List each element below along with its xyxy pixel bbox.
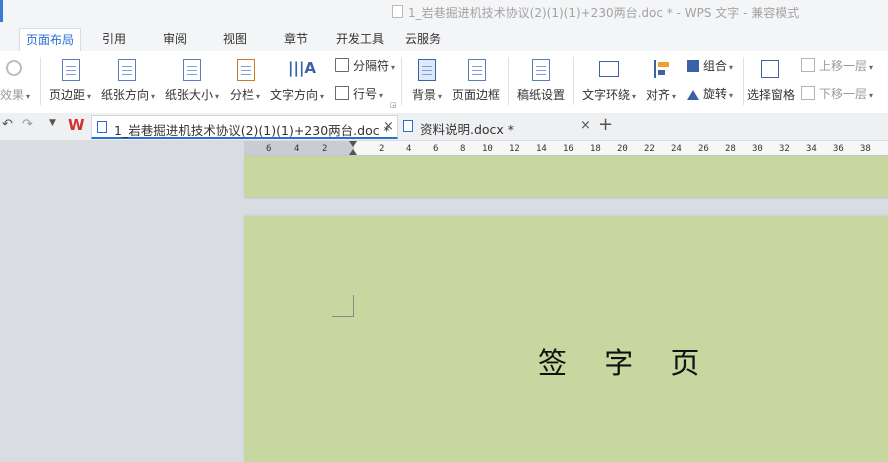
ruler-tick: 24: [671, 144, 682, 154]
background-icon: [418, 59, 436, 81]
margins-icon: [62, 59, 80, 81]
ruler-tick: 4: [406, 144, 412, 154]
signature-page-title[interactable]: 签 字 页: [538, 340, 713, 382]
current-page[interactable]: [244, 216, 888, 462]
line-numbers-icon: [335, 86, 349, 100]
new-tab-plus-icon[interactable]: +: [598, 114, 613, 135]
draft-paper-label: 稿纸设置: [517, 88, 566, 102]
doc-tab-label: 资料说明.docx *: [420, 122, 515, 137]
ruler-tick: 2: [379, 144, 385, 154]
breaks-icon: [335, 58, 349, 72]
window-title: 1_岩巷掘进机技术协议(2)(1)(1)+230两台.doc * - WPS 文…: [392, 4, 799, 21]
effects-icon: [6, 60, 22, 76]
redo-icon[interactable]: ↷: [22, 117, 33, 132]
undo-icon[interactable]: ↶: [2, 117, 13, 132]
bring-forward-icon: [801, 58, 815, 72]
word-doc-icon: [403, 120, 413, 132]
ruler-tick: 20: [617, 144, 628, 154]
previous-page[interactable]: [244, 156, 888, 197]
ruler-tick: 36: [833, 144, 844, 154]
background-label: 背景 ▾: [412, 88, 443, 102]
ruler-tick: 28: [725, 144, 736, 154]
ruler-tick: 4: [294, 144, 300, 154]
word-doc-icon: [97, 121, 107, 133]
close-icon[interactable]: ×: [580, 118, 591, 133]
ruler-tick: 6: [266, 144, 272, 154]
tab-cloud[interactable]: 云服务: [405, 30, 441, 47]
page-border-icon: [468, 59, 486, 81]
doc-tab-active[interactable]: 1_岩巷掘进机技术协议(2)(1)(1)+230两台.doc * ×: [91, 115, 398, 139]
text-direction-label: 文字方向 ▾: [270, 88, 325, 102]
ruler-tick: 10: [482, 144, 493, 154]
paper-size-label: 纸张大小 ▾: [165, 88, 220, 102]
ruler-indent-marker-icon[interactable]: [349, 141, 357, 147]
window-accent-strip: [0, 0, 3, 22]
text-wrap-icon: [599, 61, 619, 77]
ruler-tick: 38: [860, 144, 871, 154]
tab-view[interactable]: 视图: [223, 30, 247, 47]
ruler-tick: 18: [590, 144, 601, 154]
selection-pane-icon: [761, 60, 779, 78]
ruler-tick: 34: [806, 144, 817, 154]
text-direction-icon: |||A: [288, 59, 317, 77]
dialog-launcher-icon[interactable]: ◲: [390, 101, 397, 109]
ribbon-separator: [401, 57, 402, 105]
doc-tab-label: 1_岩巷掘进机技术协议(2)(1)(1)+230两台.doc *: [114, 123, 390, 138]
ribbon-separator: [573, 57, 574, 105]
group-button[interactable]: 组合 ▾: [687, 57, 733, 74]
ribbon-toolbar: 效果 ▾ 页边距 ▾ 纸张方向 ▾ 纸张大小 ▾ 分栏 ▾ |||A 文字方向 ▾ 分隔符 ▾…: [0, 51, 888, 114]
wps-logo-icon[interactable]: W: [68, 116, 85, 134]
align-icon: [654, 60, 670, 78]
tab-references[interactable]: 引用: [102, 30, 126, 47]
tab-developer[interactable]: 开发工具: [336, 30, 384, 47]
rotate-icon: [687, 90, 699, 100]
rotate-button[interactable]: 旋转 ▾: [687, 85, 733, 102]
ruler-tick: 30: [752, 144, 763, 154]
orientation-label: 纸张方向 ▾: [101, 88, 156, 102]
quick-access-dropdown-icon[interactable]: ▼: [49, 118, 56, 128]
columns-icon: [237, 59, 255, 81]
horizontal-ruler[interactable]: 6 4 2 2 4 6 8 10 12 14 16 18 20 22 24 26…: [244, 141, 888, 156]
title-bar: 1_岩巷掘进机技术协议(2)(1)(1)+230两台.doc * - WPS 文…: [0, 0, 888, 24]
ribbon-separator: [508, 57, 509, 105]
ruler-tick: 26: [698, 144, 709, 154]
document-icon: [392, 5, 403, 18]
page-border-label: 页面边框: [452, 88, 501, 102]
ruler-tick: 2: [322, 144, 328, 154]
tab-review[interactable]: 审阅: [163, 30, 187, 47]
ribbon-separator: [40, 57, 41, 105]
menu-bar: 页面布局 引用 审阅 视图 章节 开发工具 云服务: [0, 24, 888, 54]
ribbon-separator: [743, 57, 744, 105]
send-backward-button[interactable]: 下移一层 ▾: [801, 85, 873, 102]
effects-label: 效果 ▾: [0, 88, 31, 102]
ruler-tick: 16: [563, 144, 574, 154]
selection-pane-label: 选择窗格: [747, 88, 796, 102]
align-label: 对齐 ▾: [646, 88, 677, 102]
doc-tab[interactable]: 资料说明.docx * ×: [398, 115, 594, 139]
margins-label: 页边距 ▾: [49, 88, 92, 102]
send-backward-icon: [801, 86, 815, 100]
tab-chapter[interactable]: 章节: [284, 30, 308, 47]
ruler-tick: 22: [644, 144, 655, 154]
group-icon: [687, 60, 699, 72]
close-icon[interactable]: ×: [383, 119, 394, 134]
ruler-tick: 6: [433, 144, 439, 154]
paper-size-icon: [183, 59, 201, 81]
ruler-tick: 14: [536, 144, 547, 154]
columns-label: 分栏 ▾: [230, 88, 261, 102]
page-margin-corner-mark: [332, 295, 354, 317]
ruler-tick: 12: [509, 144, 520, 154]
bring-forward-button[interactable]: 上移一层 ▾: [801, 57, 873, 74]
document-tab-strip: ↶ ↷ ▼ W 1_岩巷掘进机技术协议(2)(1)(1)+230两台.doc *…: [0, 113, 888, 141]
ruler-tick: 8: [460, 144, 466, 154]
draft-paper-icon: [532, 59, 550, 81]
orientation-icon: [118, 59, 136, 81]
ruler-tick: 32: [779, 144, 790, 154]
window-title-text: 1_岩巷掘进机技术协议(2)(1)(1)+230两台.doc * - WPS 文…: [408, 6, 800, 20]
ruler-hanging-marker-icon[interactable]: [349, 149, 357, 155]
text-wrap-label: 文字环绕 ▾: [582, 88, 637, 102]
line-numbers-button[interactable]: 行号 ▾: [335, 85, 383, 102]
breaks-button[interactable]: 分隔符 ▾: [335, 57, 395, 74]
